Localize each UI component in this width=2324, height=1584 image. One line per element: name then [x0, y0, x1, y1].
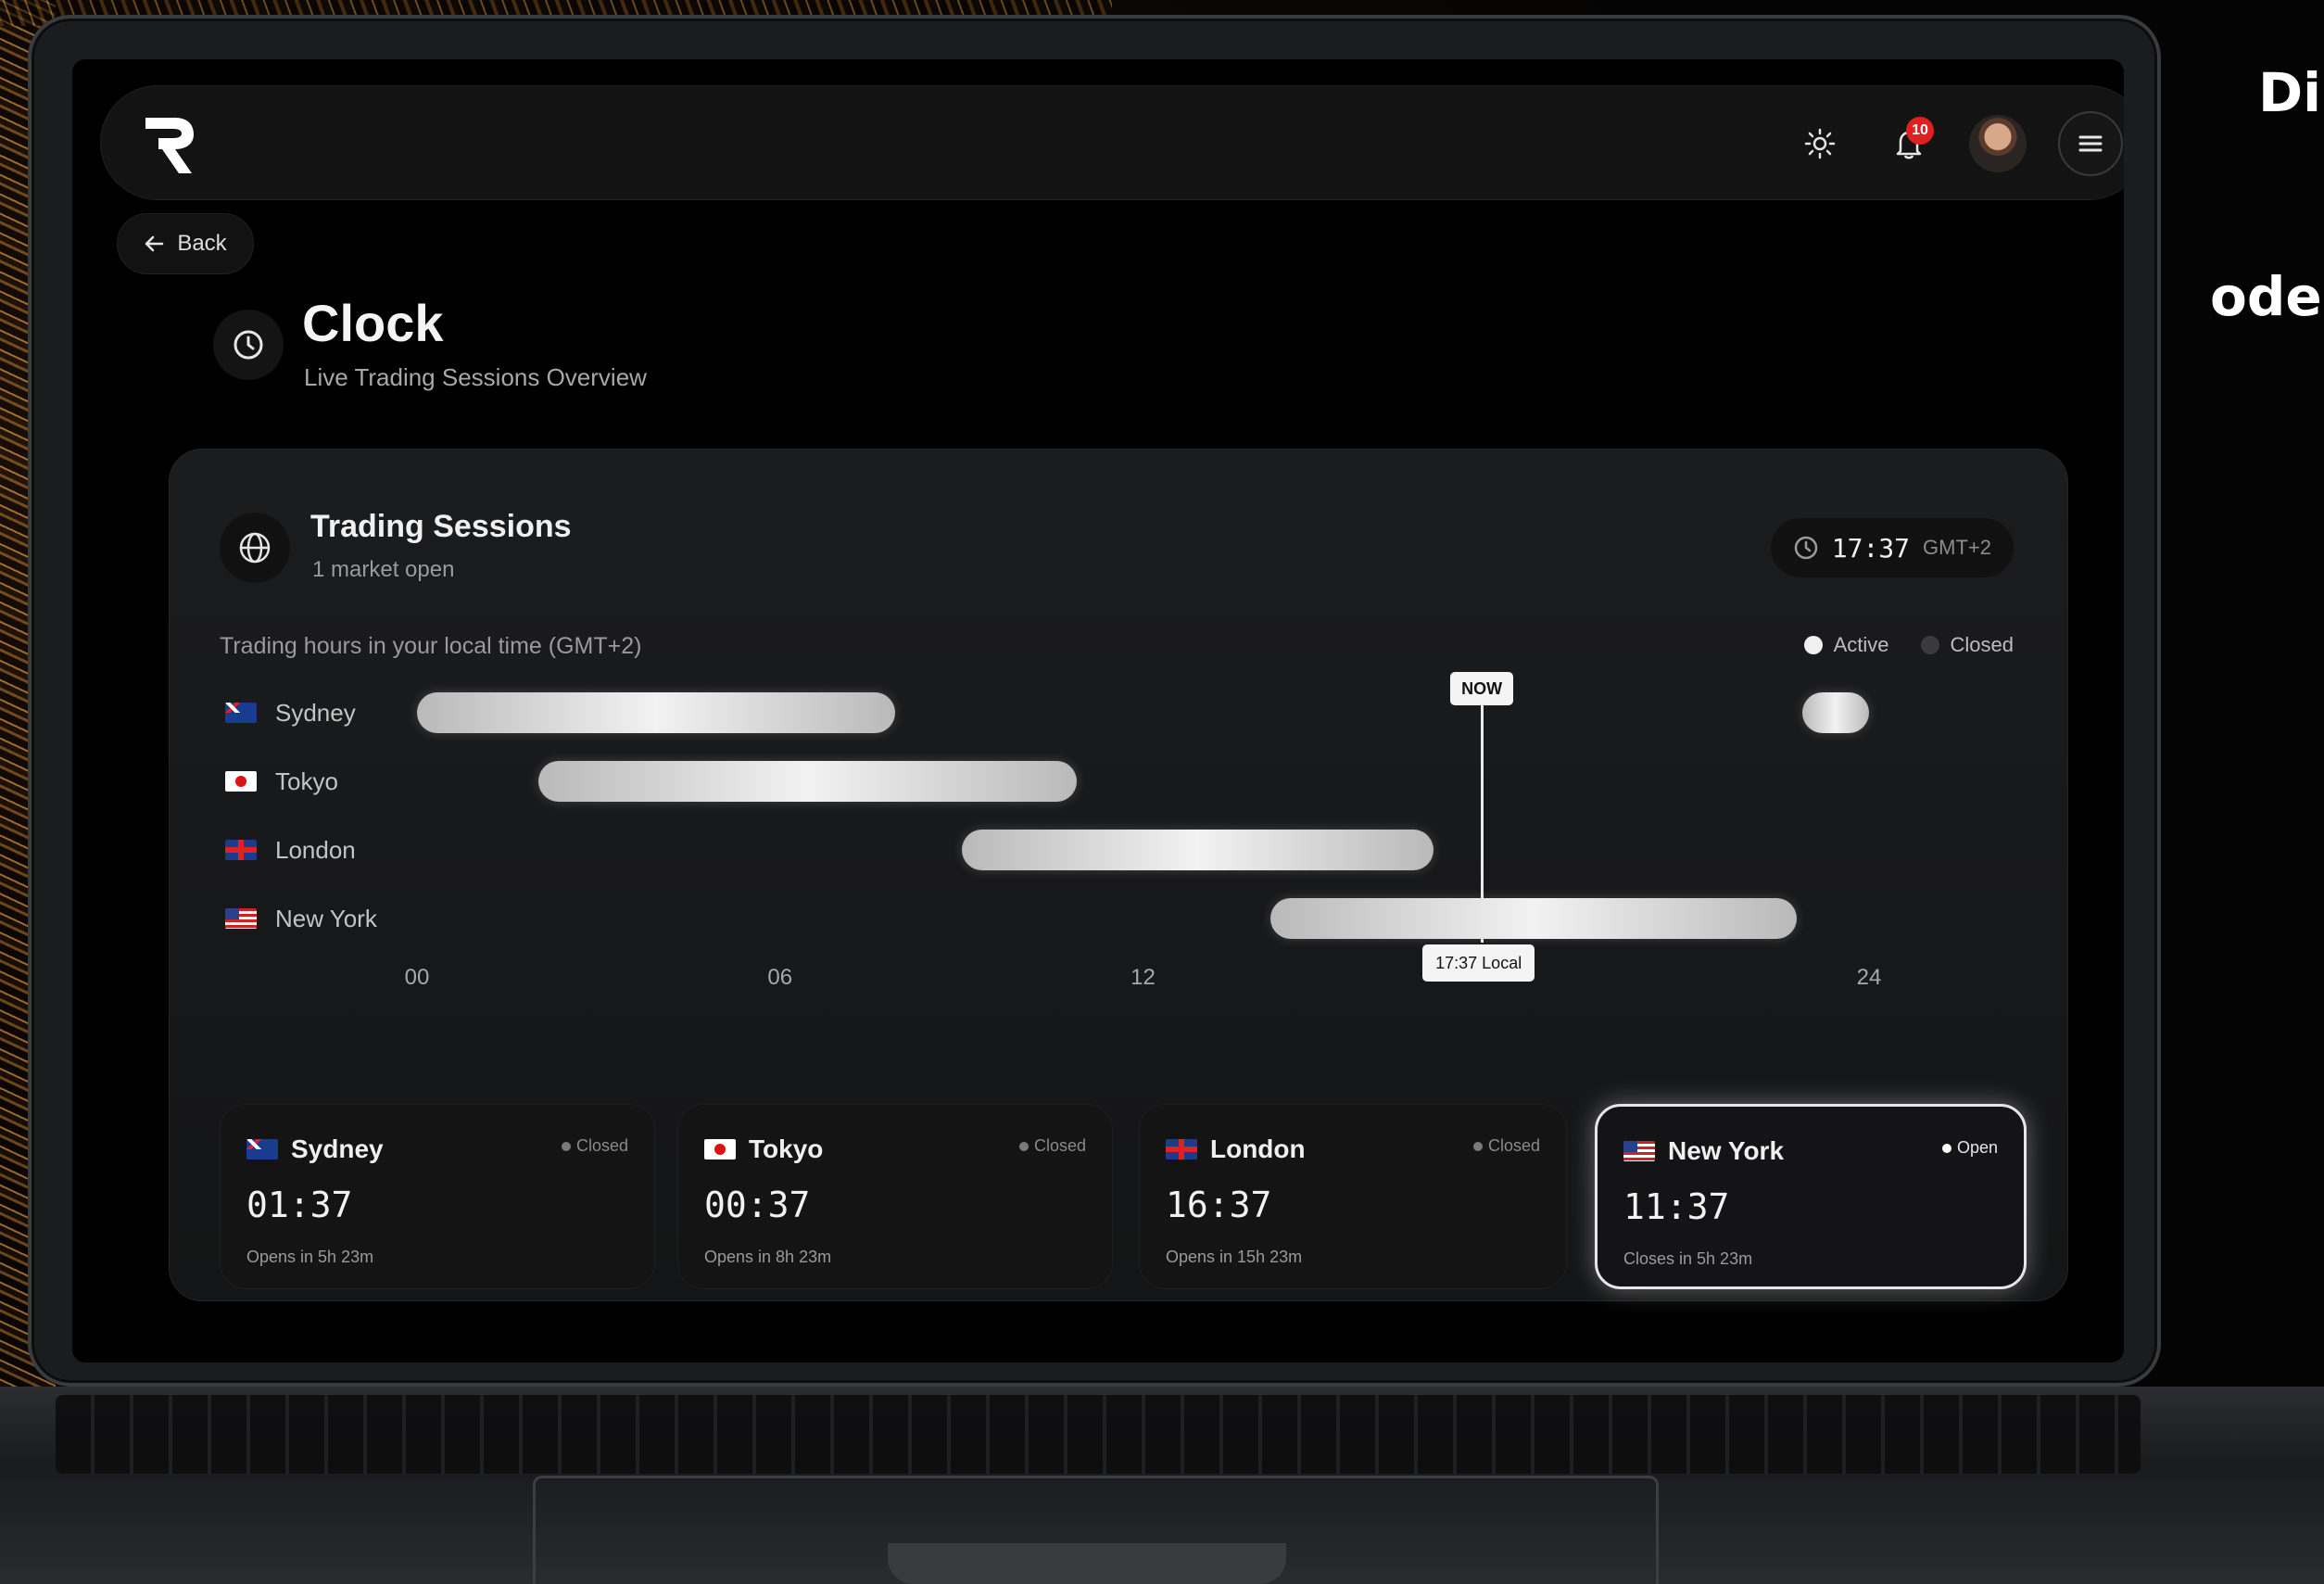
market-name-label: Tokyo: [749, 1134, 824, 1163]
market-status: Closed: [561, 1136, 628, 1156]
status-label: Closed: [575, 1136, 628, 1155]
nav-actions: 10: [1791, 107, 2123, 181]
market-name-label: Sydney: [291, 1134, 384, 1163]
market-local-time: 00:37: [704, 1185, 811, 1225]
session-bar: [961, 830, 1434, 870]
market-countdown: Closes in 5h 23m: [1623, 1249, 1753, 1268]
laptop-lid: 10 Back Clock Live Trading Sessions Over…: [28, 15, 2161, 1387]
back-label: Back: [177, 231, 227, 256]
back-button[interactable]: Back: [117, 213, 254, 274]
flag-icon: [225, 703, 257, 723]
status-label: Open: [1956, 1138, 1998, 1157]
status-dot: [1018, 1141, 1029, 1151]
side-text-2: oder: [2210, 265, 2324, 328]
timeline-row-name: Tokyo: [275, 767, 338, 795]
market-card[interactable]: Tokyo Closed 00:37 Opens in 8h 23m: [677, 1104, 1113, 1289]
session-bar: [537, 761, 1077, 802]
theme-toggle-button[interactable]: [1791, 115, 1849, 172]
status-dot: [1472, 1141, 1483, 1151]
clock-icon: [234, 330, 263, 360]
market-countdown: Opens in 5h 23m: [246, 1248, 374, 1266]
tick-label: 00: [404, 965, 430, 990]
side-text-1: Di: [2258, 61, 2322, 124]
clock-badge: [213, 310, 284, 380]
laptop-keyboard: [56, 1395, 2141, 1474]
market-card[interactable]: Sydney Closed 01:37 Opens in 5h 23m: [220, 1104, 655, 1289]
timeline-row-name: Sydney: [275, 698, 356, 727]
status-dot: [1941, 1143, 1951, 1153]
timeline-row-name: London: [275, 835, 356, 864]
market-status: Closed: [1018, 1136, 1086, 1156]
timeline-row-name: New York: [275, 904, 377, 932]
flag-icon: [225, 908, 257, 929]
market-name-label: New York: [1668, 1136, 1785, 1165]
flag-icon: [225, 771, 257, 792]
flag-icon: [225, 840, 257, 860]
top-navbar: 10: [100, 85, 2124, 200]
session-bar: [1269, 898, 1797, 939]
market-name-label: London: [1210, 1134, 1306, 1163]
local-time-tag: 17:37 Local: [1422, 944, 1535, 982]
market-name: Tokyo: [704, 1134, 823, 1164]
stage: Di oder: [0, 0, 2324, 1584]
hamburger-icon: [2078, 135, 2103, 152]
market-countdown: Opens in 15h 23m: [1166, 1248, 1303, 1266]
laptop-notch: [888, 1543, 1286, 1584]
sun-icon: [1804, 128, 1836, 159]
market-name: Sydney: [246, 1134, 384, 1164]
timeline-row-label: London: [225, 830, 356, 870]
flag-icon: [1623, 1141, 1655, 1161]
market-local-time: 01:37: [246, 1185, 353, 1225]
status-dot: [561, 1141, 571, 1151]
page-subtitle: Live Trading Sessions Overview: [304, 363, 647, 391]
market-local-time: 11:37: [1623, 1186, 1730, 1227]
market-name: New York: [1623, 1136, 1784, 1166]
notification-badge: 10: [1906, 117, 1934, 145]
status-label: Closed: [1487, 1136, 1540, 1155]
session-bar: [1802, 692, 1869, 733]
tick-label: 12: [1130, 965, 1156, 990]
market-card[interactable]: London Closed 16:37 Opens in 15h 23m: [1139, 1104, 1567, 1289]
market-name: London: [1166, 1134, 1306, 1164]
timeline-row-label: Tokyo: [225, 761, 338, 802]
app-logo[interactable]: [140, 112, 197, 177]
flag-icon: [704, 1139, 736, 1159]
tick-label: 24: [1856, 965, 1882, 990]
app-screen: 10 Back Clock Live Trading Sessions Over…: [72, 59, 2124, 1362]
notifications-button[interactable]: 10: [1880, 115, 1938, 172]
now-tag: NOW: [1450, 672, 1514, 705]
status-label: Closed: [1033, 1136, 1086, 1155]
session-bar: [417, 692, 895, 733]
market-card[interactable]: New York Open 11:37 Closes in 5h 23m: [1595, 1104, 2027, 1289]
tick-label: 06: [767, 965, 793, 990]
timeline-row-label: Sydney: [225, 692, 356, 733]
flag-icon: [246, 1139, 278, 1159]
trading-sessions-card: Trading Sessions 1 market open 17:37 GMT…: [169, 449, 2068, 1301]
market-local-time: 16:37: [1166, 1185, 1272, 1225]
market-status: Open: [1941, 1138, 1998, 1158]
market-countdown: Opens in 8h 23m: [704, 1248, 832, 1266]
arrow-left-icon: [145, 235, 164, 252]
market-status: Closed: [1472, 1136, 1540, 1156]
timeline-row-label: New York: [225, 898, 377, 939]
page-title: Clock: [302, 294, 444, 352]
avatar[interactable]: [1969, 115, 2027, 172]
flag-icon: [1166, 1139, 1197, 1159]
menu-button[interactable]: [2058, 111, 2123, 176]
